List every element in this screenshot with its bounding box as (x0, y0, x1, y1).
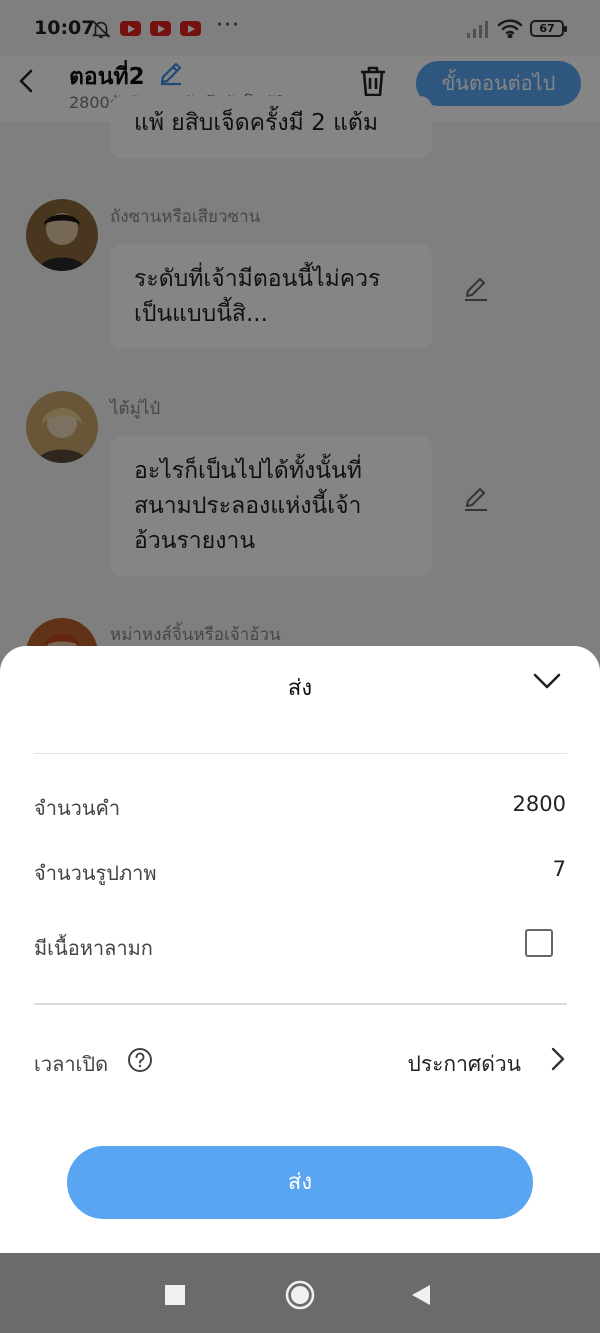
publish-time-label: เวลาเปิด (34, 1052, 109, 1076)
image-count-label: จำนวนรูปภาพ (34, 861, 157, 885)
image-count-value: 7 (552, 857, 566, 881)
divider (34, 753, 567, 754)
divider (34, 1003, 567, 1005)
editor-screen: 10:07 ··· 67 ตอนที่2 2800ตัวอักษร | บันท… (0, 0, 600, 1253)
chevron-right-icon[interactable] (549, 1046, 567, 1072)
explicit-content-checkbox[interactable] (525, 929, 553, 957)
send-button[interactable]: ส่ง (67, 1146, 533, 1219)
sheet-title: ส่ง (287, 676, 313, 701)
submit-sheet: ส่ง จำนวนคำ 2800 จำนวนรูปภาพ 7 มีเนื้อหา… (0, 646, 600, 1253)
publish-time-value[interactable]: ประกาศด่วน (407, 1048, 521, 1081)
home-circle-icon[interactable] (285, 1280, 315, 1310)
system-nav-bar (0, 1253, 600, 1333)
stop-square-icon[interactable] (165, 1285, 185, 1305)
explicit-content-label: มีเนื้อหาลามก (34, 936, 153, 960)
help-icon[interactable] (127, 1047, 153, 1073)
word-count-label: จำนวนคำ (34, 796, 121, 820)
chevron-down-icon[interactable] (532, 670, 562, 692)
back-triangle-icon[interactable] (411, 1284, 431, 1306)
word-count-value: 2800 (512, 792, 566, 816)
